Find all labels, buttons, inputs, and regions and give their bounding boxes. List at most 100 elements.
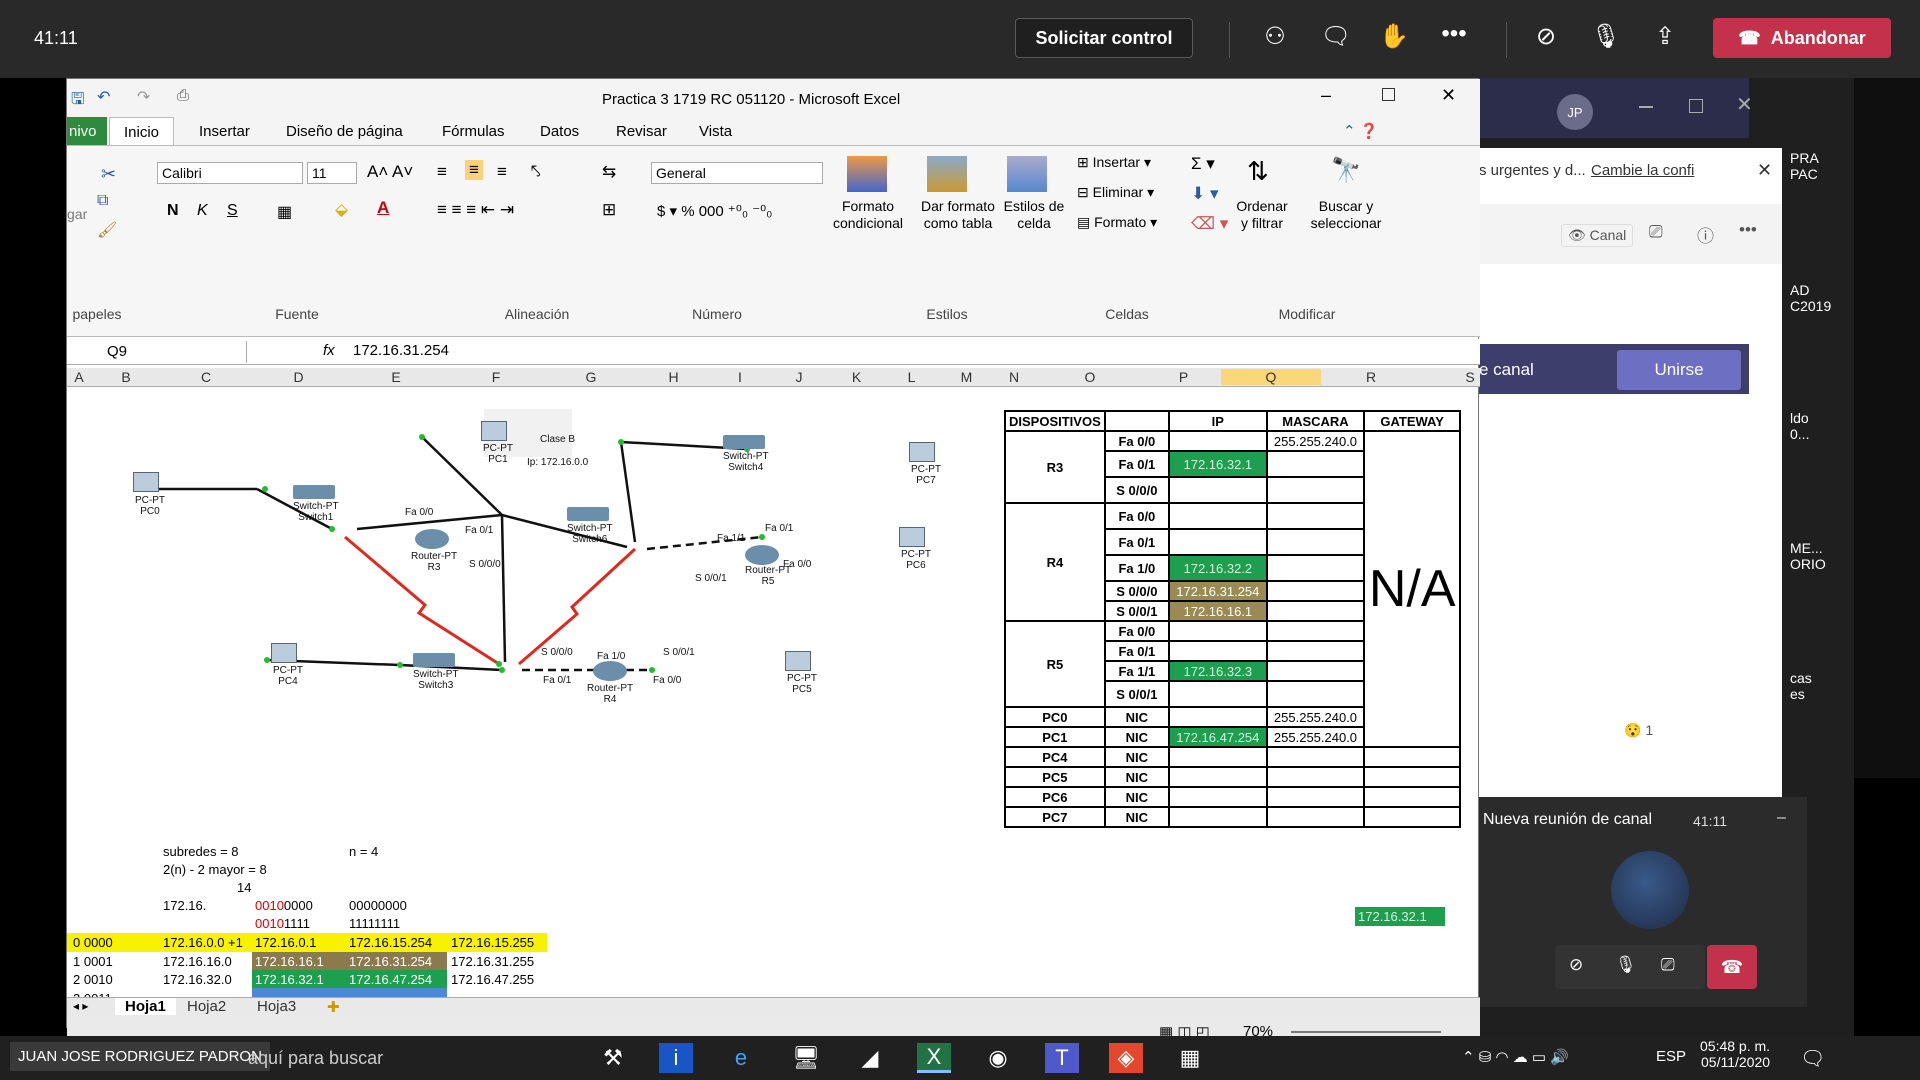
- align-middle-icon[interactable]: ≡: [465, 160, 483, 180]
- formula-input[interactable]: 172.16.31.254: [353, 342, 449, 359]
- chrome-icon[interactable]: ◉: [981, 1043, 1015, 1073]
- app-icon[interactable]: i: [659, 1043, 693, 1073]
- close-icon[interactable]: ✕: [1757, 160, 1772, 181]
- raise-hand-icon[interactable]: ✋: [1374, 22, 1414, 51]
- share-screen-icon[interactable]: ⇪: [1645, 22, 1685, 51]
- worksheet[interactable]: Clase B Ip: 172.16.0.0 PC-PT PC0 PC-PT P…: [67, 387, 1461, 1061]
- format-cells-button[interactable]: ▤ Formato ▾: [1077, 214, 1177, 231]
- column-header[interactable]: A: [67, 369, 91, 385]
- cut-icon[interactable]: ✂: [101, 164, 116, 185]
- calculator-icon[interactable]: ▦: [1173, 1043, 1207, 1073]
- app-icon[interactable]: ◢: [853, 1043, 887, 1073]
- align-left-icon[interactable]: ≡ ≡ ≡ ⇤ ⇥: [437, 200, 514, 220]
- underline-icon[interactable]: S: [227, 202, 238, 220]
- teams-icon[interactable]: T: [1045, 1043, 1079, 1073]
- insert-cells-button[interactable]: ⊞ Insertar ▾: [1077, 154, 1177, 171]
- align-top-icon[interactable]: ≡: [437, 162, 447, 182]
- new-sheet-icon[interactable]: ✚: [327, 998, 340, 1016]
- conditional-format-button[interactable]: Formato condicional: [827, 198, 909, 232]
- save-icon[interactable]: 🖫: [71, 88, 85, 115]
- close-icon[interactable]: ✕: [1736, 92, 1753, 117]
- camera-off-icon[interactable]: ⊘: [1526, 22, 1566, 51]
- help-icon[interactable]: ⌃ ❓: [1343, 122, 1378, 140]
- tab-hoja1[interactable]: Hoja1: [115, 998, 176, 1015]
- tab-file[interactable]: nivo: [67, 117, 107, 145]
- app-icon[interactable]: ◈: [1109, 1043, 1143, 1073]
- redo-icon[interactable]: ↷: [137, 87, 150, 107]
- tray-icons[interactable]: ⌃ ⛁ ◠ ☁ ▭ 🔊: [1462, 1048, 1569, 1066]
- cell-styles-icon[interactable]: [1007, 156, 1047, 192]
- copy-icon[interactable]: ⧉: [97, 192, 108, 210]
- column-header[interactable]: Q: [1221, 369, 1321, 385]
- italic-icon[interactable]: K: [197, 202, 208, 220]
- share-icon[interactable]: ⎚: [1661, 955, 1675, 975]
- number-format-select[interactable]: General: [651, 162, 823, 184]
- format-table-icon[interactable]: [927, 156, 967, 192]
- column-header[interactable]: H: [636, 369, 711, 385]
- column-header[interactable]: M: [939, 369, 994, 385]
- search-box[interactable]: aquí para buscar: [248, 1048, 383, 1069]
- column-header[interactable]: E: [346, 369, 446, 385]
- undo-icon[interactable]: ↶: [97, 87, 110, 107]
- autosum-icon[interactable]: Σ ▾: [1191, 154, 1215, 174]
- tab-datos[interactable]: Datos: [540, 123, 579, 140]
- participants-icon[interactable]: ⚇: [1255, 22, 1295, 51]
- wrap-text-icon[interactable]: ⇆: [602, 162, 616, 182]
- info-icon[interactable]: ⓘ: [1697, 222, 1714, 247]
- align-bottom-icon[interactable]: ≡: [497, 162, 507, 182]
- close-icon[interactable]: ✕: [1441, 85, 1456, 106]
- maximize-icon[interactable]: [1689, 99, 1703, 113]
- sort-icon[interactable]: ⇅: [1247, 156, 1269, 187]
- column-header[interactable]: C: [161, 369, 251, 385]
- task-view-icon[interactable]: ⚒: [596, 1043, 630, 1073]
- mic-icon[interactable]: 🎙: [1615, 955, 1637, 975]
- name-box[interactable]: Q9: [67, 341, 247, 363]
- maximize-icon[interactable]: [1382, 88, 1395, 101]
- column-header[interactable]: K: [829, 369, 884, 385]
- selected-cell[interactable]: 172.16.31.254: [1168, 580, 1268, 602]
- join-button[interactable]: Unirse: [1617, 350, 1741, 390]
- meet-icon[interactable]: ⎚: [1649, 222, 1663, 242]
- column-header[interactable]: I: [711, 369, 769, 385]
- tab-revisar[interactable]: Revisar: [616, 123, 667, 140]
- delete-cells-button[interactable]: ⊟ Eliminar ▾: [1077, 184, 1177, 201]
- tab-hoja2[interactable]: Hoja2: [187, 998, 226, 1015]
- leave-button[interactable]: ☎ Abandonar: [1713, 18, 1891, 58]
- camera-off-icon[interactable]: ⊘: [1569, 955, 1583, 975]
- minimize-icon[interactable]: [1639, 106, 1653, 108]
- column-header[interactable]: N: [994, 369, 1034, 385]
- column-header[interactable]: P: [1146, 369, 1221, 385]
- clear-icon[interactable]: ⌫ ▾: [1191, 214, 1228, 234]
- zoom-slider[interactable]: [1291, 1031, 1441, 1033]
- fill-icon[interactable]: ⬇ ▾: [1191, 184, 1219, 204]
- monitor-icon[interactable]: 🖥: [789, 1043, 823, 1073]
- column-header[interactable]: G: [546, 369, 636, 385]
- tab-hoja3[interactable]: Hoja3: [257, 998, 296, 1015]
- request-control-button[interactable]: Solicitar control: [1015, 18, 1193, 58]
- bold-icon[interactable]: N: [167, 202, 179, 220]
- tab-vista[interactable]: Vista: [699, 123, 732, 140]
- font-size-select[interactable]: 11: [307, 162, 357, 184]
- edge-icon[interactable]: e: [724, 1043, 758, 1073]
- tab-inicio[interactable]: Inicio: [109, 117, 175, 147]
- print-preview-icon[interactable]: ⎙: [177, 87, 189, 104]
- column-header[interactable]: B: [91, 369, 161, 385]
- merge-icon[interactable]: ⊞: [602, 200, 616, 220]
- language[interactable]: ESP: [1656, 1048, 1686, 1065]
- cell-styles-button[interactable]: Estilos de celda: [999, 198, 1069, 232]
- banner-link[interactable]: Cambie la confi: [1591, 162, 1694, 179]
- function-icon[interactable]: fx: [323, 342, 335, 359]
- grow-font-icon[interactable]: A˄ A˅: [367, 162, 413, 182]
- column-header[interactable]: D: [251, 369, 346, 385]
- column-header[interactable]: J: [769, 369, 829, 385]
- sort-filter-button[interactable]: Ordenar y filtrar: [1227, 198, 1297, 232]
- hangup-icon[interactable]: ☎: [1707, 945, 1757, 989]
- canal-pill[interactable]: 👁 Canal: [1561, 224, 1634, 247]
- orientation-icon[interactable]: ⤣: [531, 162, 541, 182]
- scroll-arrows-icon[interactable]: ◂ ▸: [73, 999, 88, 1013]
- more-icon[interactable]: •••: [1739, 220, 1757, 240]
- more-options-icon[interactable]: •••: [1434, 20, 1474, 48]
- column-header[interactable]: F: [446, 369, 546, 385]
- chat-icon[interactable]: 🗨: [1316, 22, 1356, 51]
- find-select-button[interactable]: Buscar y seleccionar: [1303, 198, 1389, 232]
